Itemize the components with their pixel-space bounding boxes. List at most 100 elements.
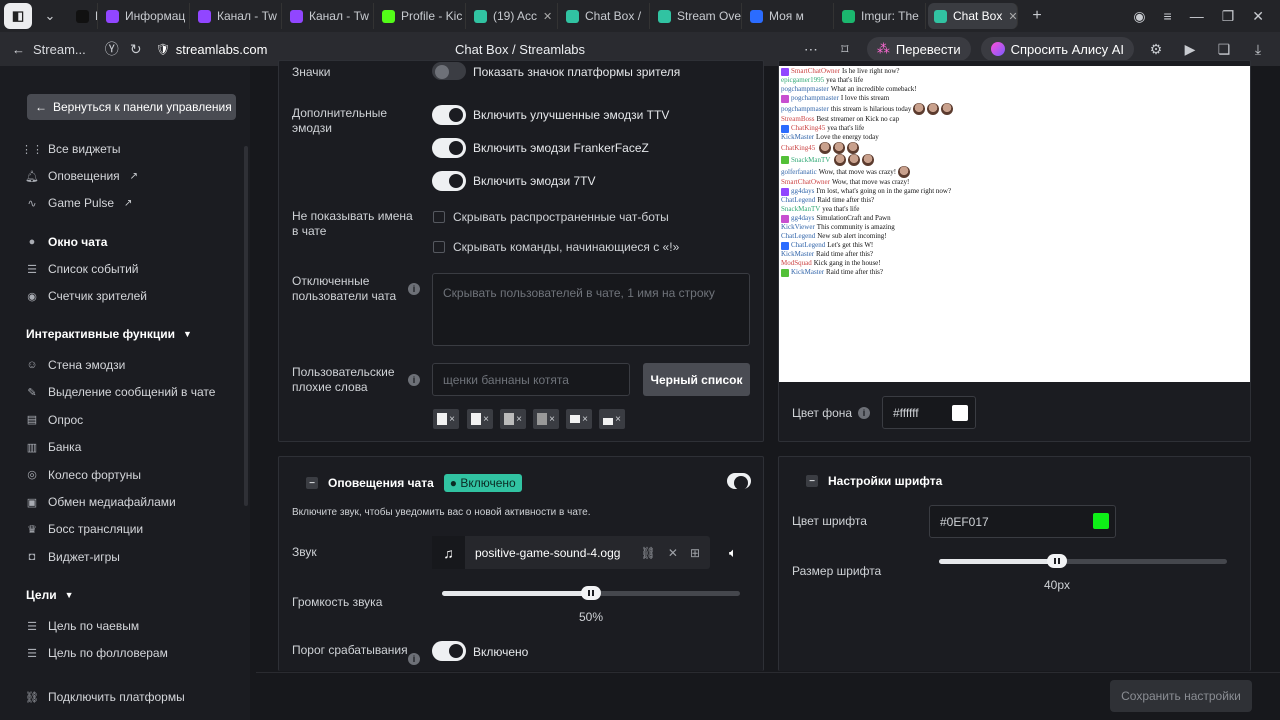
sound-file-field[interactable]: ♫ positive-game-sound-4.ogg ⛓ ✕ ⊞ — [432, 536, 710, 569]
menu-icon[interactable]: ≡ — [1164, 8, 1172, 24]
font-color-input[interactable]: #0EF017 — [929, 505, 1116, 538]
sidebar-item[interactable]: ● Окно чата — [26, 235, 108, 249]
reload-icon[interactable]: ↻ — [124, 37, 148, 61]
browser-tab[interactable]: Канал - Tw — [192, 3, 282, 29]
browser-tab[interactable]: Imgur: The — [836, 3, 926, 29]
sidebar-item[interactable]: ◉ Счетчик зрителей — [26, 289, 147, 303]
remove-icon[interactable]: × — [615, 414, 621, 425]
bg-color-swatch[interactable] — [952, 405, 968, 421]
emote-chip[interactable]: × — [433, 409, 459, 429]
sidebar-item[interactable]: ▤ Опрос — [26, 413, 83, 427]
profile-icon[interactable]: ◉ — [1133, 8, 1145, 25]
restore-icon[interactable]: ❐ — [1222, 8, 1235, 25]
hide-bots-checkbox[interactable] — [433, 211, 445, 223]
sidebar-item[interactable]: ♛ Босс трансляции — [26, 522, 143, 536]
preview-username: KickViewer — [781, 223, 815, 231]
connect-platforms[interactable]: ⛓ Подключить платформы — [25, 690, 185, 704]
sidebar-item[interactable]: ☰ Цель по фолловерам — [26, 646, 168, 660]
emote-chip[interactable]: × — [599, 409, 625, 429]
remove-icon[interactable]: × — [483, 414, 489, 425]
emote-chip[interactable]: × — [467, 409, 493, 429]
emote-chip[interactable]: × — [566, 409, 592, 429]
browser-tab[interactable]: Stream Ove — [652, 3, 742, 29]
volume-slider[interactable] — [442, 586, 740, 600]
emote-image — [898, 166, 911, 178]
app-menu-icon[interactable]: ◧ — [4, 3, 32, 29]
info-icon[interactable]: i — [858, 407, 870, 419]
bad-words-input[interactable]: щенки баннаны котята — [432, 363, 630, 396]
platform-badge-toggle[interactable] — [432, 62, 466, 80]
sidebar-item[interactable]: ☰ Цель по чаевым — [26, 619, 139, 633]
emote-chip[interactable]: × — [533, 409, 559, 429]
chat-alerts-toggle[interactable] — [727, 473, 751, 490]
browser-tab[interactable]: (19) Acc ✕ — [468, 3, 558, 29]
extensions-icon[interactable]: ⚙ — [1144, 37, 1168, 61]
more-icon[interactable]: ⋯ — [799, 37, 823, 61]
yandex-icon[interactable]: Ⓨ — [100, 37, 124, 61]
section-goals[interactable]: Цели ▼ — [26, 588, 74, 602]
sidebar-item[interactable]: 🔔︎ Оповещения ↗ — [25, 169, 138, 183]
sidebar-item[interactable]: ▣ Обмен медиафайлами — [26, 495, 176, 509]
sidebar-scrollbar[interactable] — [244, 146, 248, 506]
new-tab-button[interactable]: + — [1024, 5, 1050, 27]
minimize-icon[interactable]: — — [1190, 8, 1204, 24]
save-settings-button[interactable]: Сохранить настройки — [1110, 680, 1252, 712]
bookmark-icon[interactable]: ⌑ — [833, 37, 857, 61]
downloads-icon[interactable]: ⤓ — [1246, 37, 1270, 61]
translate-button[interactable]: ⁂ Перевести — [866, 37, 971, 61]
browser-tab[interactable]: Информац — [100, 3, 190, 29]
browser-tab[interactable]: Канал - Tw — [284, 3, 374, 29]
close-icon[interactable]: ✕ — [1252, 8, 1264, 25]
link-icon[interactable]: ⛓ — [641, 546, 656, 560]
clear-icon[interactable]: ✕ — [668, 546, 678, 560]
sidebar-item[interactable]: ▥ Банка — [26, 440, 82, 454]
font-size-slider[interactable] — [939, 554, 1227, 568]
close-tab-icon[interactable]: ✕ — [1008, 10, 1017, 23]
browser-tab[interactable]: D — [70, 3, 98, 29]
browser-tab[interactable]: Profile - Kic — [376, 3, 466, 29]
remove-icon[interactable]: × — [582, 414, 588, 425]
remove-icon[interactable]: × — [549, 414, 555, 425]
info-icon[interactable]: i — [408, 374, 420, 386]
info-icon[interactable]: i — [408, 283, 420, 295]
sidebar-item[interactable]: ◎ Колесо фортуны — [26, 468, 141, 482]
back-to-dashboard-button[interactable]: ← Вернуться к панели управления — [27, 94, 236, 120]
hide-commands-checkbox[interactable] — [433, 241, 445, 253]
font-color-swatch[interactable] — [1093, 513, 1109, 529]
remove-icon[interactable]: × — [516, 414, 522, 425]
sidebar-item[interactable]: ◘ Виджет-игры — [26, 550, 120, 564]
url-field[interactable]: 🛡 streamlabs.com — [156, 42, 268, 57]
volume-handle[interactable] — [581, 586, 601, 600]
muted-users-textarea[interactable]: Скрывать пользователей в чате, 1 имя на … — [432, 273, 750, 346]
ffz-emotes-toggle[interactable] — [432, 138, 466, 158]
close-tab-icon[interactable]: ✕ — [543, 10, 552, 23]
font-size-handle[interactable] — [1047, 554, 1068, 568]
ask-alice-button[interactable]: Спросить Алису AI — [980, 37, 1134, 61]
media-control-icon[interactable]: ▶ — [1178, 37, 1202, 61]
collapse-icon[interactable]: − — [306, 477, 318, 489]
ttv-emotes-toggle[interactable] — [432, 105, 466, 125]
browser-tab[interactable]: Chat Box ✕ — [928, 3, 1018, 29]
sidebar-item[interactable]: ⋮⋮ Все виджеты — [21, 142, 121, 156]
chevron-down-icon[interactable]: ⌄ — [36, 3, 64, 29]
blacklist-button[interactable]: Черный список — [643, 363, 750, 396]
back-nav[interactable]: ← Stream... — [0, 42, 86, 57]
info-icon[interactable]: i — [408, 653, 420, 665]
sidebar-item[interactable]: ☰ Список событий — [26, 262, 138, 276]
remove-icon[interactable]: × — [449, 414, 455, 425]
collections-icon[interactable]: ❏ — [1212, 37, 1236, 61]
section-interactive[interactable]: Интерактивные функции ▼ — [26, 327, 192, 341]
browser-tab[interactable]: Chat Box / — [560, 3, 650, 29]
speaker-icon[interactable]: 🔈︎ — [729, 545, 737, 561]
browser-tab[interactable]: Моя м — [744, 3, 834, 29]
sidebar-item[interactable]: ☺ Стена эмодзи — [26, 358, 125, 372]
collapse-icon[interactable]: − — [806, 475, 818, 487]
emote-chip[interactable]: × — [500, 409, 526, 429]
threshold-value: Включено — [473, 645, 529, 659]
7tv-emotes-toggle[interactable] — [432, 171, 466, 191]
sidebar-item[interactable]: ✎ Выделение сообщений в чате — [26, 385, 215, 399]
sidebar-item[interactable]: ∿ Game Pulse ↗ — [26, 196, 132, 210]
preview-message: Let's get this W! — [827, 241, 874, 249]
gallery-icon[interactable]: ⊞ — [690, 546, 700, 560]
threshold-toggle[interactable] — [432, 641, 466, 661]
